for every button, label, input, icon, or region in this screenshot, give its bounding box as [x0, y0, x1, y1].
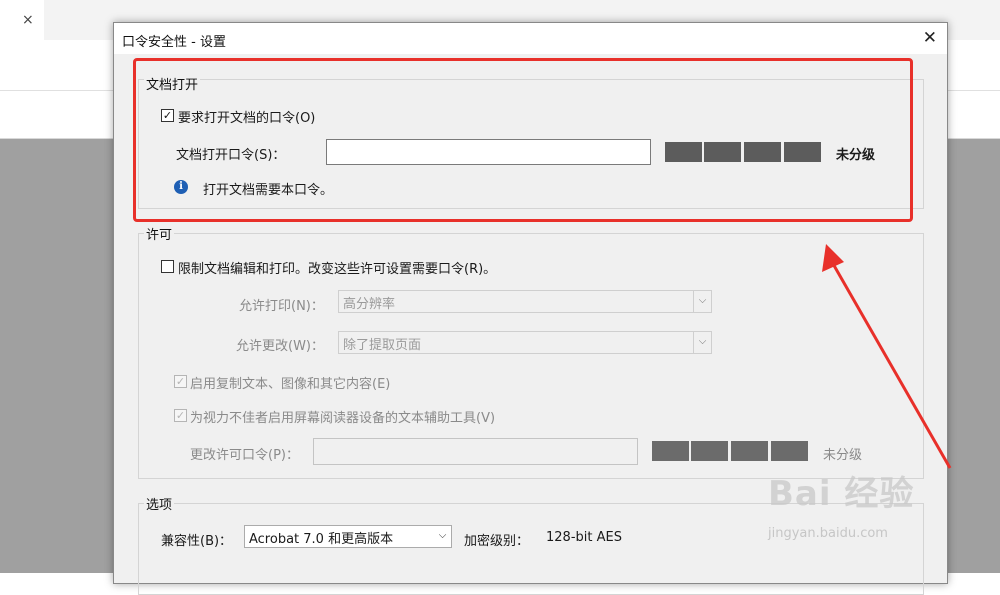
permissions-password-label: 更改许可口令(P)： — [190, 448, 299, 463]
compatibility-select[interactable]: Acrobat 7.0 和更高版本 ⌵ — [244, 525, 452, 548]
watermark-logo: Bai 经验 — [768, 474, 915, 514]
chevron-down-icon: ⌵ — [693, 291, 711, 312]
enable-copy-checkbox[interactable]: ✓ — [174, 375, 187, 388]
allow-changes-select[interactable]: 除了提取页面 ⌵ — [338, 331, 712, 354]
chevron-down-icon: ⌵ — [693, 332, 711, 353]
screen-reader-label: 为视力不佳者启用屏幕阅读器设备的文本辅助工具(V) — [190, 411, 496, 426]
options-group-label: 选项 — [144, 494, 175, 513]
allow-changes-value: 除了提取页面 — [343, 338, 422, 353]
tab-close-icon[interactable]: × — [22, 12, 34, 28]
allow-changes-label: 允许更改(W)： — [236, 339, 324, 354]
dialog-title: 口令安全性 - 设置 — [122, 35, 226, 50]
compatibility-label: 兼容性(B)： — [161, 534, 233, 549]
restrict-editing-checkbox[interactable] — [161, 260, 174, 273]
allow-print-select[interactable]: 高分辨率 ⌵ — [338, 290, 712, 313]
baidu-watermark: Bai 经验 jingyan.baidu.com — [768, 466, 948, 546]
strength-segment — [691, 441, 728, 461]
permissions-group-label: 许可 — [144, 224, 175, 243]
strength-segment — [652, 441, 689, 461]
enable-copy-label: 启用复制文本、图像和其它内容(E) — [190, 377, 391, 392]
strength-segment — [731, 441, 768, 461]
allow-print-value: 高分辨率 — [343, 297, 396, 312]
highlight-annotation-box — [133, 58, 913, 222]
permissions-password-input[interactable] — [313, 438, 638, 465]
screen-reader-checkbox[interactable]: ✓ — [174, 409, 187, 422]
encryption-level-label: 加密级别： — [464, 534, 530, 549]
dialog-titlebar: 口令安全性 - 设置 ✕ — [114, 23, 947, 54]
encryption-level-value: 128-bit AES — [546, 530, 622, 545]
strength-segment — [771, 441, 808, 461]
close-icon[interactable]: ✕ — [923, 28, 937, 48]
permissions-password-strength-label: 未分级 — [823, 448, 863, 463]
watermark-url: jingyan.baidu.com — [768, 526, 888, 541]
allow-print-label: 允许打印(N)： — [239, 299, 324, 314]
app-tab[interactable]: × — [0, 0, 44, 40]
compatibility-value: Acrobat 7.0 和更高版本 — [249, 532, 394, 547]
restrict-editing-label: 限制文档编辑和打印。改变这些许可设置需要口令(R)。 — [178, 262, 497, 277]
chevron-down-icon: ⌵ — [438, 530, 447, 541]
